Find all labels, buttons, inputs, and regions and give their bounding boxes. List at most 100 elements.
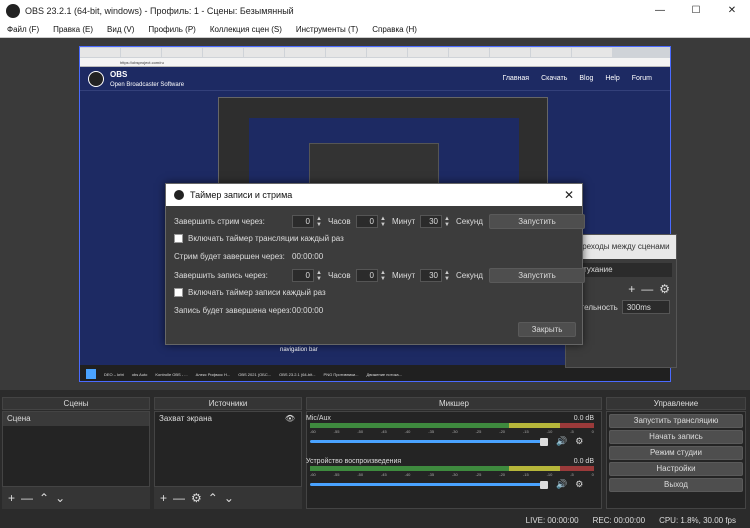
stream-checkbox-row[interactable]: Включать таймер трансляции каждый раз: [174, 234, 344, 243]
spinner-arrows-icon[interactable]: ▲ ▼: [378, 270, 388, 282]
site-nav-forum: Forum: [631, 75, 652, 82]
stream-seconds-value[interactable]: 30: [420, 215, 442, 228]
start-record-timer-button[interactable]: Запустить: [489, 268, 585, 283]
site-subtitle: Open Broadcaster Software: [110, 81, 185, 88]
exit-button[interactable]: Выход: [609, 478, 743, 492]
gear-icon[interactable]: ⚙: [659, 282, 670, 296]
record-checkbox-row[interactable]: Включать таймер записи каждый раз: [174, 288, 326, 297]
windows-start-icon: [86, 369, 96, 379]
move-down-icon[interactable]: ⌄: [224, 491, 234, 505]
stream-timer-label: Завершить стрим через:: [174, 217, 265, 226]
site-header: OBS Open Broadcaster Software Главная Ск…: [80, 67, 670, 91]
gear-icon[interactable]: ⚙: [191, 491, 202, 505]
stream-seconds-spinner[interactable]: 30 ▲ ▼: [420, 215, 452, 228]
start-recording-button[interactable]: Начать запись: [609, 430, 743, 444]
navigation-text: navigation bar: [280, 347, 318, 353]
controls-title: Управление: [606, 397, 746, 410]
stream-minutes-value[interactable]: 0: [356, 215, 378, 228]
close-icon[interactable]: ✕: [564, 188, 574, 202]
stream-ends-row: Стрим будет завершен через: 00:00:00: [174, 252, 323, 261]
taskbar-item: OBS 23.2.1 (64-bit...: [279, 371, 316, 377]
stream-minutes-spinner[interactable]: 0 ▲ ▼: [356, 215, 388, 228]
channel-db: 0.0 dB: [573, 415, 594, 422]
stream-timer-row: Завершить стрим через: 0 ▲ ▼ Часов 0 ▲ ▼ М…: [174, 214, 585, 229]
spinner-arrows-icon[interactable]: ▲ ▼: [378, 216, 388, 228]
gear-icon[interactable]: ⚙: [575, 479, 583, 490]
stream-timer-checkbox[interactable]: [174, 234, 183, 243]
stream-checkbox-label: Включать таймер трансляции каждый раз: [188, 234, 344, 243]
record-minutes-spinner[interactable]: 0 ▲ ▼: [356, 269, 388, 282]
taskbar-item: Kontrolle OBS - ...: [155, 371, 188, 377]
menu-scene-collection[interactable]: Коллекция сцен (S): [203, 25, 289, 34]
spinner-arrows-icon[interactable]: ▲ ▼: [442, 216, 452, 228]
close-button[interactable]: ✕: [714, 0, 750, 22]
spinner-arrows-icon[interactable]: ▲ ▼: [314, 216, 324, 228]
move-up-icon[interactable]: ⌃: [39, 491, 49, 505]
studio-mode-button[interactable]: Режим студии: [609, 446, 743, 460]
taskbar-item: Алекс Рифмос Н...: [195, 371, 231, 377]
dialog-title: Таймер записи и стрима: [190, 190, 293, 200]
record-seconds-spinner[interactable]: 30 ▲ ▼: [420, 269, 452, 282]
record-hours-spinner[interactable]: 0 ▲ ▼: [292, 269, 324, 282]
channel-db: 0.0 dB: [573, 458, 594, 465]
scene-item[interactable]: Сцена: [3, 412, 149, 426]
record-hours-value[interactable]: 0: [292, 269, 314, 282]
record-ends-label: Запись будет завершена через:: [174, 306, 292, 315]
start-streaming-button[interactable]: Запустить трансляцию: [609, 414, 743, 428]
remove-source-icon[interactable]: —: [173, 491, 185, 505]
maximize-button[interactable]: ☐: [678, 0, 714, 22]
transition-select[interactable]: Затухание: [570, 263, 672, 277]
site-nav-home: Главная: [502, 75, 530, 82]
spinner-arrows-icon[interactable]: ▲ ▼: [314, 270, 324, 282]
spinner-arrows-icon[interactable]: ▲ ▼: [442, 270, 452, 282]
menu-file[interactable]: Файл (F): [0, 25, 46, 34]
taskbar-item: DEO – krbt: [104, 371, 124, 377]
speaker-icon[interactable]: 🔊: [556, 479, 567, 490]
speaker-icon[interactable]: 🔊: [556, 436, 567, 447]
menu-help[interactable]: Справка (H): [365, 25, 424, 34]
menu-profile[interactable]: Профиль (P): [141, 25, 202, 34]
record-checkbox-label: Включать таймер записи каждый раз: [188, 288, 326, 297]
duration-input[interactable]: 300ms: [621, 300, 670, 314]
add-source-icon[interactable]: +: [160, 491, 167, 505]
remove-transition-icon[interactable]: —: [641, 282, 653, 296]
source-item[interactable]: Захват экрана 👁: [155, 412, 301, 426]
remove-scene-icon[interactable]: —: [21, 491, 33, 505]
volume-slider[interactable]: [310, 440, 542, 443]
stream-hours-value[interactable]: 0: [292, 215, 314, 228]
menu-view[interactable]: Вид (V): [100, 25, 141, 34]
volume-slider-handle[interactable]: [540, 437, 548, 446]
gear-icon[interactable]: ⚙: [575, 436, 583, 447]
minimize-button[interactable]: —: [642, 0, 678, 22]
browser-url-bar: https://obsproject.com/ru: [80, 58, 670, 67]
record-timer-checkbox[interactable]: [174, 288, 183, 297]
menu-tools[interactable]: Инструменты (T): [289, 25, 365, 34]
hours-label: Часов: [328, 271, 351, 280]
eye-icon[interactable]: 👁: [285, 412, 295, 426]
add-transition-icon[interactable]: +: [628, 282, 635, 296]
stream-hours-spinner[interactable]: 0 ▲ ▼: [292, 215, 324, 228]
start-stream-timer-button[interactable]: Запустить: [489, 214, 585, 229]
mixer-channel-mic: Mic/Aux 0.0 dB -60 -55 -50 -45 -40 -35 -30 -25-…: [306, 415, 602, 447]
source-label: Захват экрана: [159, 414, 212, 423]
taskbar-item: Движение потока...: [366, 371, 402, 377]
meter-ticks: -60 -55 -50 -45 -40 -35 -30 -25 -20 -15 -10 -5 0: [310, 472, 594, 477]
taskbar-item: obs Auto: [131, 371, 148, 377]
record-timer-label: Завершить запись через:: [174, 271, 268, 280]
close-dialog-button[interactable]: Закрыть: [518, 322, 576, 337]
record-seconds-value[interactable]: 30: [420, 269, 442, 282]
move-up-icon[interactable]: ⌃: [208, 491, 218, 505]
dialog-title-bar: Таймер записи и стрима ✕: [166, 184, 582, 206]
mixer-title: Микшер: [306, 397, 602, 410]
settings-button[interactable]: Настройки: [609, 462, 743, 476]
record-minutes-value[interactable]: 0: [356, 269, 378, 282]
stream-ends-label: Стрим будет завершен через:: [174, 252, 285, 261]
add-scene-icon[interactable]: +: [8, 491, 15, 505]
seconds-label: Секунд: [456, 271, 483, 280]
volume-slider[interactable]: [310, 483, 542, 486]
menu-edit[interactable]: Правка (E): [46, 25, 100, 34]
volume-slider-handle[interactable]: [540, 480, 548, 489]
move-down-icon[interactable]: ⌄: [55, 491, 65, 505]
channel-name: Mic/Aux: [306, 415, 331, 422]
browser-tabs: [80, 47, 670, 58]
